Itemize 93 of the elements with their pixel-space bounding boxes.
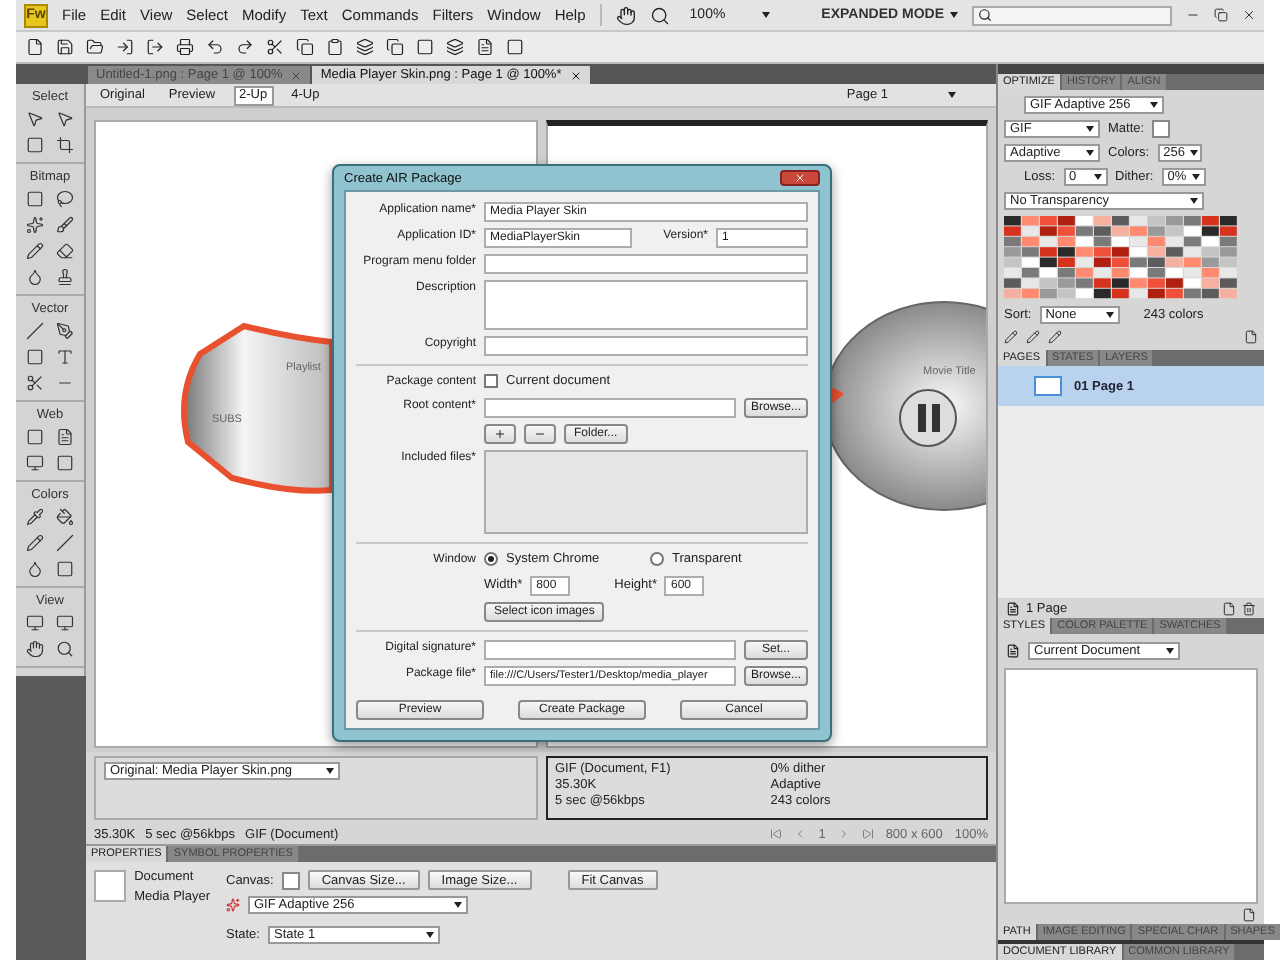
- search-icon: [978, 8, 992, 22]
- radio-button[interactable]: [650, 552, 664, 566]
- input-field[interactable]: [484, 640, 736, 660]
- edit-color-icon[interactable]: [1048, 330, 1062, 344]
- edit-color-icon[interactable]: [1026, 330, 1040, 344]
- new-file-icon[interactable]: [26, 38, 44, 56]
- square-icon[interactable]: [56, 454, 74, 472]
- restore-icon[interactable]: [1214, 8, 1228, 22]
- marquee-icon[interactable]: [26, 190, 44, 208]
- line-icon[interactable]: [26, 322, 44, 340]
- cut-icon[interactable]: [266, 38, 284, 56]
- rectangle-icon[interactable]: [26, 348, 44, 366]
- screen-icon[interactable]: [26, 454, 44, 472]
- caret-icon: [326, 768, 334, 774]
- square-icon[interactable]: [416, 38, 434, 56]
- screen-icon[interactable]: [26, 614, 44, 632]
- input-field[interactable]: [484, 254, 808, 274]
- export-icon[interactable]: [146, 38, 164, 56]
- caret-icon: [1150, 102, 1158, 108]
- new-color-icon[interactable]: [1244, 330, 1258, 344]
- minus-icon: [534, 428, 546, 440]
- hand-icon[interactable]: [615, 5, 636, 25]
- drop-icon[interactable]: [26, 268, 44, 286]
- page-icon: [1006, 601, 1020, 615]
- minimize-icon[interactable]: [1186, 8, 1200, 22]
- close-button[interactable]: [780, 170, 820, 186]
- close-icon[interactable]: [1242, 8, 1256, 22]
- pen-icon[interactable]: [56, 322, 74, 340]
- caret-icon: [1190, 150, 1199, 156]
- slice-icon[interactable]: [56, 428, 74, 446]
- document-icon[interactable]: [476, 38, 494, 56]
- stamp-icon[interactable]: [56, 268, 74, 286]
- stroke-icon[interactable]: [26, 534, 44, 552]
- hotspot-icon[interactable]: [26, 428, 44, 446]
- text-icon[interactable]: [56, 348, 74, 366]
- caret-icon: [761, 12, 770, 18]
- hand-icon[interactable]: [26, 640, 44, 658]
- input-field[interactable]: [484, 336, 808, 356]
- input-field[interactable]: [484, 280, 808, 330]
- caret-icon: [425, 932, 434, 938]
- crop-icon[interactable]: [56, 136, 74, 154]
- last-frame-icon[interactable]: [861, 828, 874, 840]
- zoom-icon[interactable]: [649, 5, 670, 25]
- caret-icon: [1093, 174, 1102, 180]
- redo-icon[interactable]: [236, 38, 254, 56]
- save-icon[interactable]: [56, 38, 74, 56]
- canvas-color-swatch[interactable]: [281, 871, 300, 889]
- caret-icon: [1190, 198, 1198, 204]
- scale-icon[interactable]: [26, 136, 44, 154]
- close-icon[interactable]: [569, 69, 582, 81]
- undo-icon[interactable]: [206, 38, 224, 56]
- add-button[interactable]: [484, 424, 516, 444]
- search-field[interactable]: [972, 5, 1172, 25]
- new-style-icon[interactable]: [1242, 907, 1256, 921]
- zoom-icon[interactable]: [56, 640, 74, 658]
- brush-icon[interactable]: [56, 216, 74, 234]
- page-thumbnail: [1034, 376, 1062, 396]
- caret-icon: [950, 12, 958, 18]
- radio-button[interactable]: [484, 552, 498, 566]
- caret-icon: [454, 902, 462, 908]
- pencil-icon[interactable]: [26, 242, 44, 260]
- knife-icon[interactable]: [26, 374, 44, 392]
- lasso-icon[interactable]: [56, 190, 74, 208]
- first-frame-icon[interactable]: [770, 828, 783, 840]
- document-thumbnail: [94, 870, 127, 902]
- caret-icon: [1166, 648, 1174, 654]
- new-page-icon[interactable]: [1222, 601, 1236, 615]
- fill-color-icon[interactable]: [26, 560, 44, 578]
- remove-button[interactable]: [524, 424, 556, 444]
- edit-color-icon[interactable]: [1004, 330, 1018, 344]
- print-icon[interactable]: [176, 38, 194, 56]
- caret-icon: [948, 92, 956, 98]
- eyedropper-icon[interactable]: [26, 508, 44, 526]
- screen-icon[interactable]: [56, 614, 74, 632]
- delete-icon[interactable]: [1242, 601, 1256, 615]
- paste-icon[interactable]: [326, 38, 344, 56]
- caret-icon: [1086, 126, 1094, 132]
- copy-icon[interactable]: [296, 38, 314, 56]
- close-icon: [794, 172, 806, 184]
- swatch-icon[interactable]: [56, 560, 74, 578]
- library-icon: [1006, 644, 1020, 658]
- input-field[interactable]: [484, 398, 736, 418]
- duplicate-icon[interactable]: [386, 38, 404, 56]
- plus-icon: [494, 428, 506, 440]
- folder-icon[interactable]: [86, 38, 104, 56]
- matte-swatch[interactable]: [1152, 120, 1171, 138]
- caret-icon: [1086, 150, 1094, 156]
- eraser-icon[interactable]: [56, 242, 74, 260]
- import-icon[interactable]: [116, 38, 134, 56]
- caret-icon: [1192, 174, 1201, 180]
- paint-bucket-icon[interactable]: [56, 508, 74, 526]
- checkbox[interactable]: [484, 374, 498, 388]
- caret-icon: [1105, 312, 1114, 318]
